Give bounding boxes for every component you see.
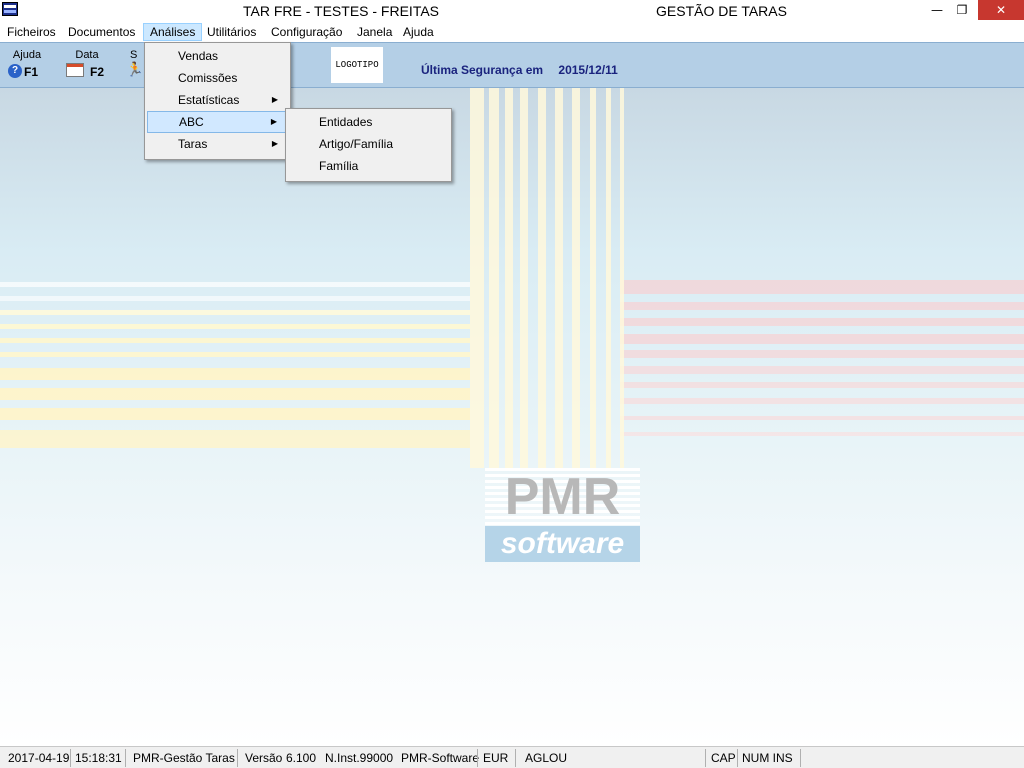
bg-stripe <box>620 280 1024 294</box>
bg-stripe <box>620 318 1024 326</box>
bg-stripe <box>620 398 1024 404</box>
status-product: PMR-Gestão Taras <box>133 751 235 765</box>
status-divider <box>737 749 738 767</box>
menu-utilitarios[interactable]: Utilitários <box>201 23 262 41</box>
menu-item-estatisticas-label: Estatísticas <box>178 93 240 107</box>
last-backup-date: 2015/12/11 <box>558 63 618 77</box>
bg-stripe <box>0 324 470 329</box>
bg-stripe <box>620 334 1024 344</box>
bg-stripe <box>620 366 1024 374</box>
bg-stripe <box>620 432 1024 436</box>
company-logo: LOGOTIPO <box>331 47 383 83</box>
submenu-arrow-icon: ▶ <box>271 95 278 104</box>
bg-vstripe <box>620 88 624 468</box>
analises-dropdown: Vendas Comissões Estatísticas ▶ ABC ▶ Ta… <box>144 42 291 160</box>
bg-vstripe <box>590 88 596 468</box>
menu-documentos[interactable]: Documentos <box>62 23 141 41</box>
bg-stripe <box>0 368 470 380</box>
last-backup-label: Última Segurança em <box>421 63 544 77</box>
status-divider <box>125 749 126 767</box>
app-icon[interactable] <box>2 2 18 16</box>
bg-vstripe <box>606 88 611 468</box>
help-key: F1 <box>24 65 39 79</box>
submenu-arrow-icon: ▶ <box>271 139 278 148</box>
bg-stripe <box>0 430 470 448</box>
menu-item-taras-label: Taras <box>178 137 208 151</box>
menu-ajuda[interactable]: Ajuda <box>397 23 440 41</box>
calendar-icon <box>66 63 84 77</box>
bg-stripe <box>0 282 470 287</box>
bg-stripe <box>0 408 470 420</box>
help-label: Ajuda <box>12 49 42 61</box>
bg-stripe <box>0 388 470 400</box>
menu-item-abc-label: ABC <box>179 115 204 129</box>
status-bar: 2017-04-19 15:18:31 PMR-Gestão Taras Ver… <box>0 746 1024 768</box>
status-divider <box>237 749 238 767</box>
restore-button[interactable]: ❐ <box>947 0 977 20</box>
app-title: GESTÃO DE TARAS <box>656 3 787 19</box>
status-divider <box>70 749 71 767</box>
status-user: AGLOU <box>525 751 568 765</box>
date-key: F2 <box>90 65 105 79</box>
bg-vstripe <box>520 88 528 468</box>
close-button[interactable]: ✕ <box>978 0 1024 20</box>
status-divider <box>705 749 706 767</box>
person-running-icon: 🏃 <box>126 61 144 77</box>
bg-stripe <box>0 352 470 357</box>
mdi-workspace: PMR software <box>0 88 1024 746</box>
menu-item-abc[interactable]: ABC ▶ <box>147 111 286 133</box>
window-title: TAR FRE - TESTES - FREITAS <box>243 3 440 19</box>
bg-stripe <box>0 296 470 301</box>
help-button[interactable]: Ajuda ? F1 <box>2 47 52 85</box>
status-version: 6.100 <box>286 751 317 765</box>
status-divider <box>477 749 478 767</box>
menu-item-artigo-familia[interactable]: Artigo/Família <box>288 133 449 155</box>
menu-configuracao[interactable]: Configuração <box>265 23 348 41</box>
last-backup-info: Última Segurança em 2015/12/11 <box>421 63 618 77</box>
bg-vstripe <box>555 88 563 468</box>
status-company: PMR-Software <box>401 751 480 765</box>
bg-stripe <box>0 310 470 315</box>
bg-vstripe <box>572 88 580 468</box>
bg-stripe <box>0 338 470 343</box>
status-currency: EUR <box>483 751 509 765</box>
bg-vstripe <box>538 88 546 468</box>
status-numlock: NUM INS <box>742 751 793 765</box>
pmr-software-logo: PMR software <box>485 468 640 562</box>
status-install: N.Inst.99000 <box>325 751 394 765</box>
exit-button[interactable]: S 🏃 <box>122 47 144 85</box>
status-time: 15:18:31 <box>75 751 122 765</box>
status-date: 2017-04-19 <box>8 751 70 765</box>
menu-item-entidades[interactable]: Entidades <box>288 111 449 133</box>
menu-bar: Ficheiros Documentos Análises Utilitário… <box>0 22 1024 42</box>
status-divider <box>515 749 516 767</box>
menu-item-vendas[interactable]: Vendas <box>147 45 286 67</box>
status-divider <box>800 749 801 767</box>
bg-stripe <box>620 416 1024 420</box>
submenu-arrow-icon: ▶ <box>270 117 277 126</box>
menu-item-familia[interactable]: Família <box>288 155 449 177</box>
software-logo-text: software <box>485 526 640 562</box>
menu-item-taras[interactable]: Taras ▶ <box>147 133 286 155</box>
menu-analises[interactable]: Análises <box>143 23 203 41</box>
status-version-label: Versão <box>245 751 283 765</box>
bg-vstripe <box>489 88 499 468</box>
bg-stripe <box>620 350 1024 358</box>
status-caps: CAP <box>711 751 736 765</box>
pmr-logo-text: PMR <box>485 468 640 526</box>
menu-item-estatisticas[interactable]: Estatísticas ▶ <box>147 89 286 111</box>
bg-vstripe <box>470 88 484 468</box>
menu-ficheiros[interactable]: Ficheiros <box>1 23 62 41</box>
title-bar: TAR FRE - TESTES - FREITAS GESTÃO DE TAR… <box>0 0 1024 22</box>
bg-vstripe <box>505 88 513 468</box>
bg-stripe <box>620 382 1024 388</box>
bg-stripe <box>620 302 1024 310</box>
menu-item-comissoes[interactable]: Comissões <box>147 67 286 89</box>
menu-janela[interactable]: Janela <box>351 23 398 41</box>
date-button[interactable]: Data F2 <box>62 47 112 85</box>
help-icon: ? <box>8 64 22 78</box>
abc-submenu: Entidades Artigo/Família Família <box>285 108 452 182</box>
date-label: Data <box>75 49 99 61</box>
